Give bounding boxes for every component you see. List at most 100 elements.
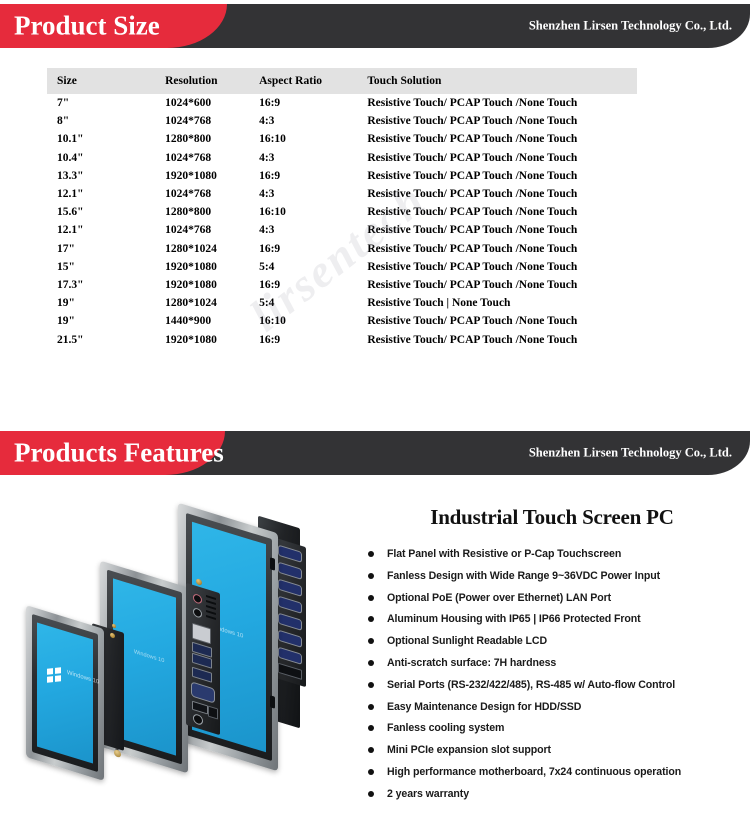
cell-touch: Resistive Touch/ PCAP Touch /None Touch <box>367 242 578 255</box>
db9-port-icon <box>278 612 302 631</box>
list-item: High performance motherboard, 7x24 conti… <box>364 766 750 779</box>
large-panel-mount-nub <box>270 695 275 709</box>
cell-touch: Resistive Touch/ PCAP Touch /None Touch <box>367 260 578 273</box>
io-slot-icon <box>278 662 302 680</box>
feature-text: Optional PoE (Power over Ethernet) LAN P… <box>387 591 612 604</box>
cell-resolution: 1920*1080 <box>165 333 217 346</box>
cell-touch: Resistive Touch/ PCAP Touch /None Touch <box>367 315 578 328</box>
table-row: 13.3" 1920*1080 16:9 Resistive Touch/ PCAP … <box>47 167 637 185</box>
cell-aspect: 16:10 <box>259 206 286 219</box>
cell-aspect: 5:4 <box>259 297 275 310</box>
cell-size: 8" <box>57 115 70 128</box>
features-block: Industrial Touch Screen PC Flat Panel wi… <box>364 505 750 810</box>
cell-size: 7" <box>57 97 70 110</box>
column-header-aspect: Aspect Ratio <box>259 68 368 94</box>
table-row: 12.1" 1024*768 4:3 Resistive Touch/ PCAP To… <box>47 185 637 203</box>
vent-slot <box>206 599 216 605</box>
bullet-icon <box>368 768 374 775</box>
cell-aspect: 16:10 <box>259 133 286 146</box>
section-banner-products-features: Products Features Shenzhen Lirsen Techno… <box>0 431 750 475</box>
cell-size: 15" <box>57 260 75 273</box>
bullet-icon <box>368 616 374 623</box>
cell-resolution: 1280*800 <box>165 133 212 146</box>
company-name-products-features: Shenzhen Lirsen Technology Co., Ltd. <box>528 445 732 460</box>
cell-size: 19" <box>57 297 75 310</box>
list-item: Optional Sunlight Readable LCD <box>364 635 750 648</box>
table-row: 19" 1280*1024 5:4 Resistive Touch | None To… <box>47 294 637 312</box>
db9-port-icon <box>278 629 302 648</box>
section-title-product-size: Product Size <box>14 10 160 41</box>
cell-aspect: 16:10 <box>259 315 286 328</box>
bullet-icon <box>368 681 374 688</box>
table-row: 21.5" 1920*1080 16:9 Resistive Touch/ PCAP … <box>47 330 637 348</box>
cell-aspect: 16:9 <box>259 97 281 110</box>
table-row: 10.4" 1024*768 4:3 Resistive Touch/ PCAP To… <box>47 149 637 167</box>
table-row: 19" 1440*900 16:10 Resistive Touch/ PCAP To… <box>47 312 637 330</box>
table-header-row: Size Resolution Aspect Ratio Touch Solut… <box>47 68 637 94</box>
feature-text: Anti-scratch surface: 7H hardness <box>387 656 557 669</box>
bullet-icon <box>368 659 374 666</box>
cell-touch: Resistive Touch/ PCAP Touch /None Touch <box>367 133 578 146</box>
table-row: 15.6" 1280*800 16:10 Resistive Touch/ PCAP … <box>47 203 637 221</box>
feature-text: Optional Sunlight Readable LCD <box>387 635 548 648</box>
list-item: Aluminum Housing with IP65 | IP66 Protec… <box>364 613 750 626</box>
cell-resolution: 1280*1024 <box>165 297 217 310</box>
cell-size: 12.1" <box>57 188 84 201</box>
bullet-icon <box>368 725 374 732</box>
cell-touch: Resistive Touch/ PCAP Touch /None Touch <box>367 278 578 291</box>
power-switch-icon <box>208 705 218 720</box>
table-row: 12.1" 1024*768 4:3 Resistive Touch/ PCAP To… <box>47 221 637 239</box>
table-row: 17.3" 1920*1080 16:9 Resistive Touch/ PCAP … <box>47 276 637 294</box>
bullet-icon <box>368 703 374 710</box>
product-photo: Windows 10 Windows 10 Windows 10 <box>0 500 364 800</box>
table-row: 8" 1024*768 4:3 Resistive Touch/ PCAP Touch… <box>47 112 637 130</box>
cell-touch: Resistive Touch/ PCAP Touch /None Touch <box>367 188 578 201</box>
cell-size: 10.4" <box>57 151 84 164</box>
cell-resolution: 1920*1080 <box>165 260 217 273</box>
feature-text: High performance motherboard, 7x24 conti… <box>387 765 682 778</box>
cell-resolution: 1024*768 <box>165 188 212 201</box>
bullet-icon <box>368 594 374 601</box>
list-item: Serial Ports (RS-232/422/485), RS-485 w/… <box>364 679 750 692</box>
cell-touch: Resistive Touch/ PCAP Touch /None Touch <box>367 169 578 182</box>
cell-resolution: 1440*900 <box>165 315 212 328</box>
company-name-product-size: Shenzhen Lirsen Technology Co., Ltd. <box>528 18 732 33</box>
cell-resolution: 1024*768 <box>165 151 212 164</box>
cell-size: 13.3" <box>57 169 84 182</box>
bullet-icon <box>368 790 374 797</box>
cell-size: 19" <box>57 315 75 328</box>
bullet-icon <box>368 551 374 557</box>
product-size-table: Size Resolution Aspect Ratio Touch Solut… <box>47 68 637 349</box>
section-banner-product-size: Product Size Shenzhen Lirsen Technology … <box>0 4 750 48</box>
column-header-resolution: Resolution <box>165 68 260 94</box>
windows-logo-icon <box>47 667 61 683</box>
list-item: Flat Panel with Resistive or P-Cap Touch… <box>364 548 750 561</box>
features-list: Flat Panel with Resistive or P-Cap Touch… <box>364 548 750 800</box>
cell-size: 10.1" <box>57 133 84 146</box>
vga-port-icon <box>191 681 215 704</box>
cell-aspect: 5:4 <box>259 260 275 273</box>
cell-touch: Resistive Touch/ PCAP Touch /None Touch <box>367 333 578 346</box>
cell-size: 17.3" <box>57 278 84 291</box>
cell-aspect: 16:9 <box>259 242 281 255</box>
cell-size: 21.5" <box>57 333 84 346</box>
small-panel-screen <box>37 622 93 764</box>
dc-power-jack-icon <box>193 712 203 726</box>
db9-port-icon <box>278 595 302 614</box>
vent-slot <box>206 614 216 620</box>
feature-text: Fanless cooling system <box>387 722 505 735</box>
bullet-icon <box>368 638 374 645</box>
rj45-lan-port-icon <box>192 622 211 645</box>
cell-resolution: 1280*800 <box>165 206 212 219</box>
cell-resolution: 1920*1080 <box>165 278 217 291</box>
feature-text: Aluminum Housing with IP65 | IP66 Protec… <box>387 613 641 626</box>
cell-size: 17" <box>57 242 75 255</box>
cell-resolution: 1280*1024 <box>165 242 217 255</box>
table-header: Size Resolution Aspect Ratio Touch Solut… <box>47 68 637 94</box>
cell-resolution: 1024*768 <box>165 115 212 128</box>
db9-port-icon <box>278 544 302 563</box>
feature-text: Flat Panel with Resistive or P-Cap Touch… <box>387 548 622 560</box>
list-item: Fanless cooling system <box>364 722 750 735</box>
list-item: Easy Maintenance Design for HDD/SSD <box>364 701 750 714</box>
column-header-touch: Touch Solution <box>367 68 637 94</box>
